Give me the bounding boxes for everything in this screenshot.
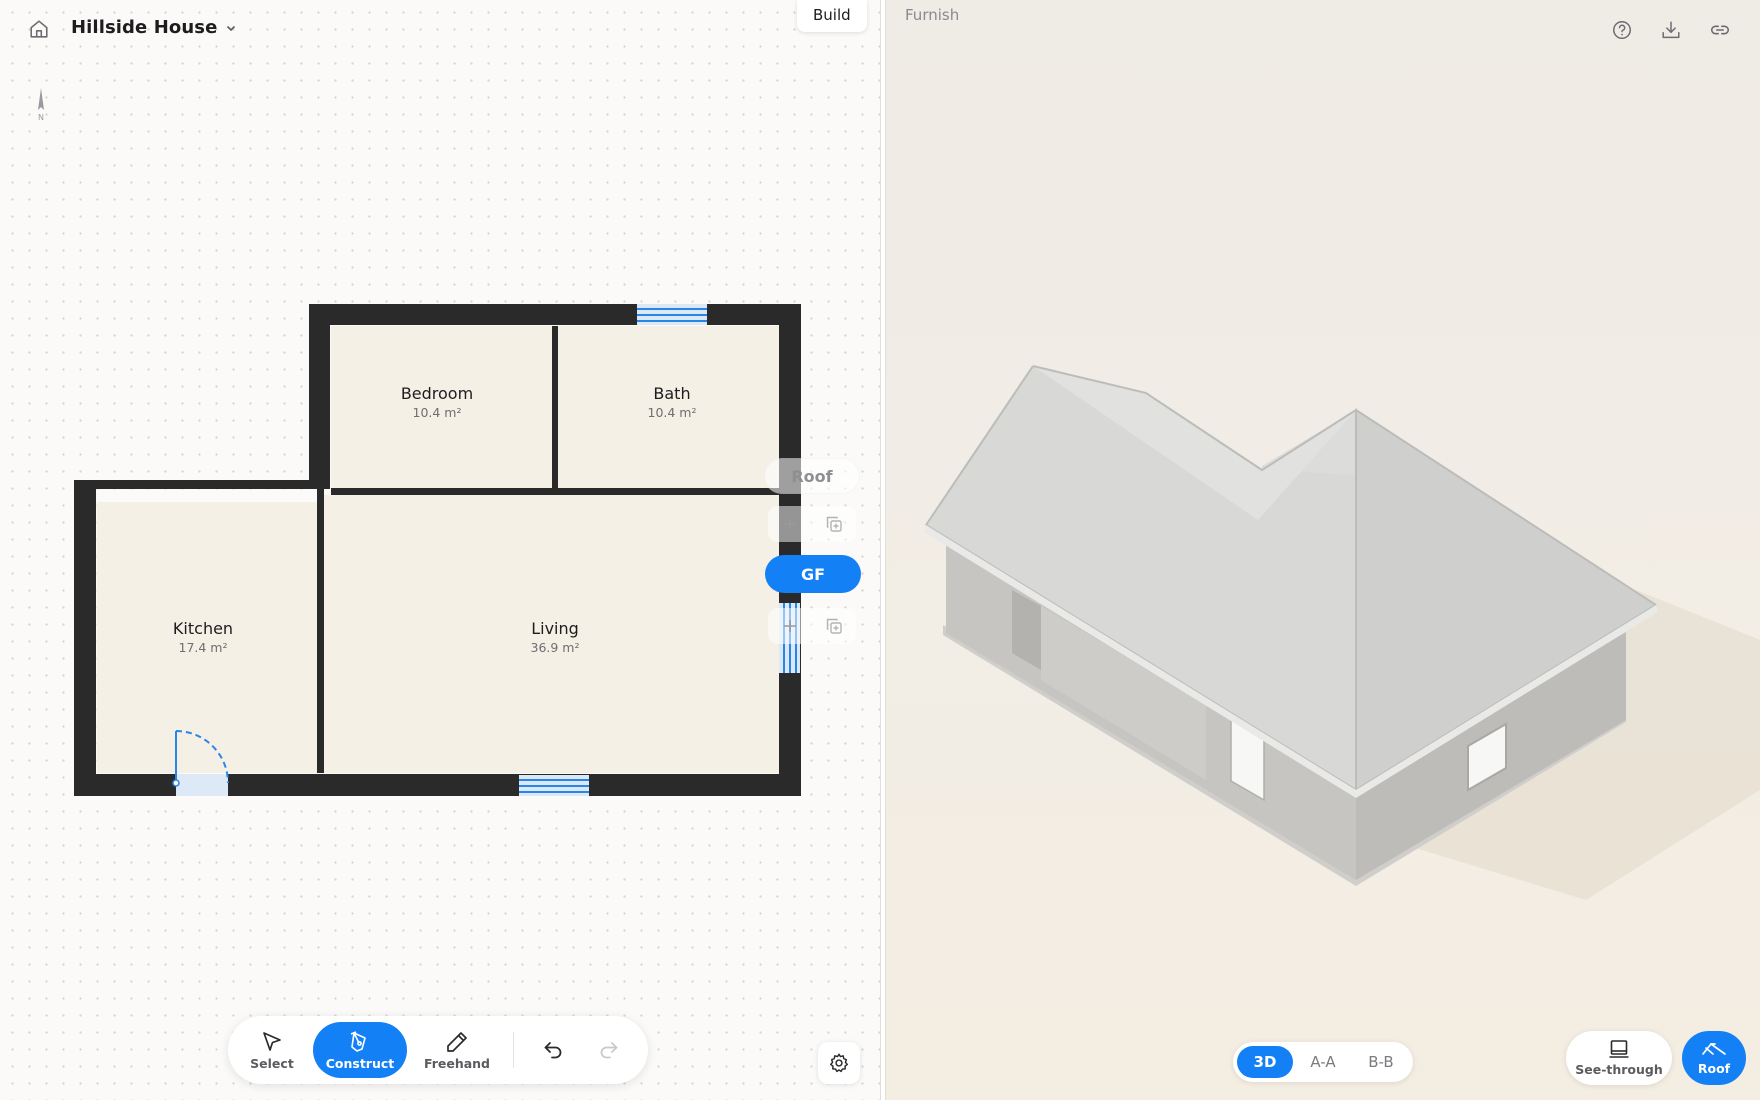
select-tool-label: Select <box>250 1055 294 1071</box>
see-through-label: See-through <box>1575 1062 1663 1077</box>
section-b-b-button[interactable]: B-B <box>1353 1046 1409 1078</box>
add-level-below-button[interactable] <box>775 611 805 641</box>
room-label-bath[interactable]: Bath 10.4 m² <box>648 384 697 420</box>
roof-icon <box>1702 1043 1726 1055</box>
window-bottom[interactable] <box>519 775 589 796</box>
pen-nib-icon <box>350 1030 366 1052</box>
tab-build[interactable]: Build <box>797 0 867 32</box>
room-area: 17.4 m² <box>178 640 228 655</box>
construct-tool-label: Construct <box>325 1055 395 1071</box>
room-label-kitchen[interactable]: Kitchen 17.4 m² <box>173 619 233 655</box>
help-button[interactable] <box>1606 14 1638 46</box>
gear-icon <box>830 1053 848 1073</box>
see-through-icon <box>1609 1040 1629 1058</box>
room-name: Kitchen <box>172 619 234 638</box>
room-area: 36.9 m² <box>530 640 580 655</box>
room-area: 10.4 m² <box>412 405 462 420</box>
duplicate-icon <box>826 516 842 532</box>
download-icon <box>1662 21 1680 39</box>
cursor-arrow-icon <box>263 1031 281 1051</box>
download-button[interactable] <box>1655 14 1687 46</box>
view-switcher: 3D A-A B-B <box>1233 1042 1413 1082</box>
select-tool-button[interactable]: Select <box>236 1022 308 1078</box>
redo-icon <box>600 1042 618 1059</box>
level-roof-button[interactable]: Roof <box>764 458 860 494</box>
view-3d-button[interactable]: 3D <box>1237 1046 1293 1078</box>
level-ground-floor-button[interactable]: GF <box>765 555 861 593</box>
pencil-icon <box>447 1031 467 1052</box>
construct-tool-button[interactable]: Construct <box>313 1022 407 1078</box>
settings-button[interactable] <box>818 1042 860 1084</box>
tab-furnish[interactable]: Furnish <box>889 0 975 32</box>
room-name: Living <box>531 619 579 638</box>
roof-toggle-button[interactable]: Roof <box>1682 1031 1746 1085</box>
house-3d-model[interactable] <box>886 0 1760 1100</box>
duplicate-icon <box>826 618 842 634</box>
3d-view-panel[interactable]: Furnish <box>886 0 1760 1100</box>
room-label-bedroom[interactable]: Bedroom 10.4 m² <box>401 384 473 420</box>
toolbar-divider <box>513 1032 514 1068</box>
roof-toggle-label: Roof <box>1697 1061 1731 1076</box>
room-name: Bedroom <box>400 384 474 403</box>
level-tools-below <box>768 608 856 644</box>
section-a-a-button[interactable]: A-A <box>1295 1046 1351 1078</box>
duplicate-level-below-button[interactable] <box>819 611 849 641</box>
undo-button[interactable] <box>528 1022 578 1078</box>
freehand-tool-button[interactable]: Freehand <box>414 1022 500 1078</box>
duplicate-level-above-button[interactable] <box>819 509 849 539</box>
link-icon <box>1710 25 1730 35</box>
level-tools-above <box>768 506 856 542</box>
floor-plan-panel[interactable]: Hillside House N Bedroom 10.4 m² Bath 10… <box>0 0 880 1100</box>
see-through-button[interactable]: See-through <box>1566 1031 1672 1085</box>
window-top[interactable] <box>637 304 707 325</box>
share-link-button[interactable] <box>1704 14 1736 46</box>
drawing-toolbar: Select Construct Freehand <box>228 1016 648 1084</box>
freehand-tool-label: Freehand <box>423 1055 491 1071</box>
plus-icon <box>784 518 796 530</box>
plus-icon <box>784 620 796 632</box>
undo-icon <box>544 1042 562 1059</box>
help-icon <box>1613 21 1631 39</box>
redo-button[interactable] <box>584 1022 634 1078</box>
room-area: 10.4 m² <box>647 405 697 420</box>
add-level-above-button[interactable] <box>775 509 805 539</box>
floor-plan-drawing[interactable] <box>0 0 880 1100</box>
room-name: Bath <box>653 384 691 403</box>
room-label-living[interactable]: Living 36.9 m² <box>531 619 580 655</box>
